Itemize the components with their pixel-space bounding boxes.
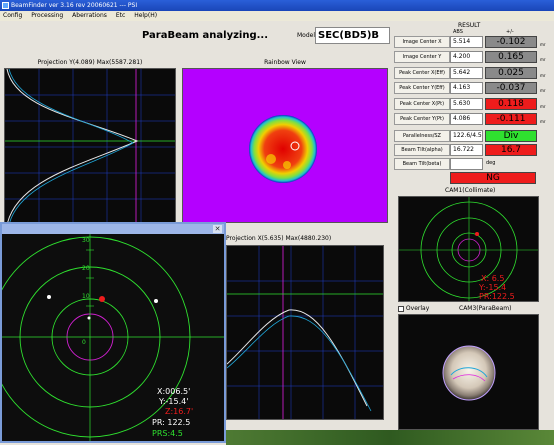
cam1-y-readout: Y:-15.4 <box>478 283 506 292</box>
rainbow-title: Rainbow View <box>264 59 306 66</box>
desktop-background <box>226 430 554 445</box>
popup-titlebar[interactable]: ✕ <box>2 224 224 234</box>
projection-y-panel <box>4 68 176 224</box>
target-popup-window[interactable]: ✕ 30 20 10 0 X:006.5' Y:-15.4' Z:16.7' P… <box>0 222 226 443</box>
result-row-delta: 0.165 <box>485 51 537 63</box>
axis-label-0: 0 <box>82 339 86 346</box>
projection-x-plot <box>227 246 383 419</box>
window-title: BeamFinder ver 3.16 rev 20060621 --- PSI <box>11 2 138 9</box>
result-row-delta: -0.102 <box>485 36 537 48</box>
result-row-abs: 4.163 <box>450 82 483 94</box>
verdict-badge: NG <box>450 172 536 184</box>
axis-label-30: 30 <box>82 237 90 244</box>
result-row-delta: -0.111 <box>485 113 537 125</box>
cam3-panel <box>398 314 539 430</box>
axis-label-10: 10 <box>82 293 90 300</box>
popup-prs-readout: PRS:4.5 <box>152 429 183 438</box>
popup-z-readout: Z:16.7' <box>165 407 193 416</box>
tilt-alpha-value: 16.722 <box>450 144 483 156</box>
result-row-unit: mr <box>540 42 546 47</box>
status-text: ParaBeam analyzing... <box>142 30 269 41</box>
result-row-abs: 5.514 <box>450 36 483 48</box>
menu-help[interactable]: Help(H) <box>134 12 157 19</box>
tilt-alpha-delta: 16.7 <box>485 144 537 156</box>
cam3-beam-image <box>442 345 496 401</box>
result-row-abs: 4.086 <box>450 113 483 125</box>
result-row-delta: 0.118 <box>485 98 537 110</box>
tilt-alpha-label: Beam Tilt(alpha) <box>394 144 450 156</box>
rainbow-beam-image <box>249 115 317 183</box>
result-row-unit: mr <box>540 57 546 62</box>
tilt-beta-label: Beam Tilt(beta) <box>394 158 450 170</box>
result-title: RESULT <box>458 22 481 29</box>
cam1-panel: X: 6.5 Y:-15.4 PR:122.5 <box>398 196 539 302</box>
result-row-delta: 0.025 <box>485 67 537 79</box>
axis-label-20: 20 <box>82 265 90 272</box>
result-row-unit: mr <box>540 104 546 109</box>
rainbow-panel <box>182 68 388 223</box>
projection-x-title: Projection X(5.635) Max(4880.230) <box>226 235 332 242</box>
title-bar[interactable]: BeamFinder ver 3.16 rev 20060621 --- PSI <box>0 0 554 11</box>
result-row-unit: mr <box>540 119 546 124</box>
cam1-pr-readout: PR:122.5 <box>479 292 515 301</box>
menu-config[interactable]: Config <box>3 12 22 19</box>
result-row-label: Peak Center Y(Pt) <box>394 113 450 125</box>
tilt-beta-unit: deg <box>486 160 496 166</box>
result-row-delta: -0.037 <box>485 82 537 94</box>
col-delta-header: +/- <box>506 29 514 35</box>
popup-pr-readout: PR: 122.5 <box>152 418 190 427</box>
menu-aberrations[interactable]: Aberrations <box>72 12 107 19</box>
menu-etc[interactable]: Etc <box>116 12 125 19</box>
result-row-label: Peak Center X(Pt) <box>394 98 450 110</box>
model-field[interactable]: SEC(BD5)B <box>315 27 390 44</box>
popup-x-readout: X:006.5' <box>157 387 190 396</box>
projection-x-panel <box>226 245 384 420</box>
result-row-label: Image Center Y <box>394 51 450 63</box>
cam1-target: X: 6.5 Y:-15.4 PR:122.5 <box>399 197 538 301</box>
parallelness-status: Div <box>485 130 537 142</box>
close-icon[interactable]: ✕ <box>213 225 222 233</box>
projection-y-plot <box>5 69 175 223</box>
projection-y-title: Projection Y(4.089) Max(5587.281) <box>37 59 143 66</box>
result-row-abs: 4.200 <box>450 51 483 63</box>
cam1-x-readout: X: 6.5 <box>481 274 504 283</box>
popup-target: 30 20 10 0 X:006.5' Y:-15.4' Z:16.7' PR:… <box>2 234 224 441</box>
result-row-label: Peak Center X(Eff) <box>394 67 450 79</box>
menu-processing[interactable]: Processing <box>31 12 63 19</box>
tilt-beta-value <box>450 158 483 170</box>
parallelness-label: Parallelness/SZ <box>394 130 450 142</box>
result-row-unit: mr <box>540 73 546 78</box>
overlay-checkbox[interactable] <box>398 305 404 312</box>
overlay-label: Overlay <box>405 305 430 312</box>
overlay-toggle[interactable]: Overlay <box>398 305 429 312</box>
parallelness-value: 122.6/4.5 <box>450 130 483 142</box>
result-row-unit: mr <box>540 88 546 93</box>
result-row-abs: 5.642 <box>450 67 483 79</box>
result-row-label: Peak Center Y(Eff) <box>394 82 450 94</box>
result-row-abs: 5.630 <box>450 98 483 110</box>
cam1-title: CAM1(Collimate) <box>445 187 496 194</box>
col-abs-header: ABS <box>453 29 463 35</box>
result-row-label: Image Center X <box>394 36 450 48</box>
popup-y-readout: Y:-15.4' <box>158 397 188 406</box>
app-icon <box>2 2 9 9</box>
cam3-title: CAM3(ParaBeam) <box>459 305 512 312</box>
menu-bar: Config Processing Aberrations Etc Help(H… <box>0 11 554 21</box>
model-label: Model <box>297 32 316 39</box>
